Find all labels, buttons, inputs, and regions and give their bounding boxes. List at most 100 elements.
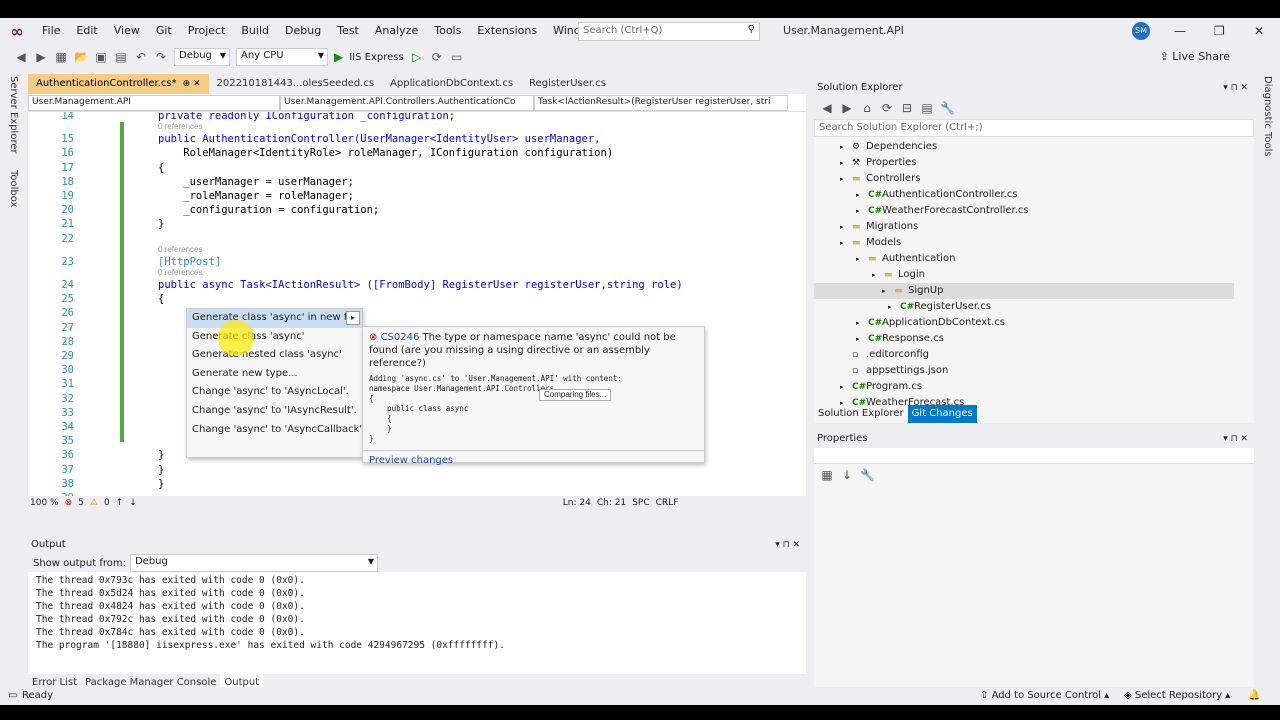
tree-item[interactable]: ▸ ▬ Migrations	[840, 219, 918, 235]
sync-icon[interactable]: ⟳	[880, 101, 894, 115]
warning-count[interactable]: 0	[104, 498, 110, 508]
undo-icon[interactable]: ↶	[134, 50, 148, 64]
menu-test[interactable]: Test	[329, 18, 367, 44]
expand-chevron-icon[interactable]: ▸	[840, 379, 852, 395]
save-icon[interactable]: ▣	[94, 50, 108, 64]
expand-chevron-icon[interactable]: ▸	[856, 315, 868, 331]
quick-action-item[interactable]: Generate new type...	[187, 365, 362, 384]
tree-item[interactable]: ▸ ▬ Authentication	[856, 251, 955, 267]
tree-item[interactable]: ▸ C#Program.cs	[840, 379, 922, 395]
tree-item[interactable]: ▸ ▬ Controllers	[840, 171, 920, 187]
code-line[interactable]: 20 _configuration = configuration;	[28, 204, 798, 218]
alphabetical-icon[interactable]: ↓	[840, 468, 854, 482]
expand-chevron-icon[interactable]: ▸	[840, 171, 852, 187]
new-project-icon[interactable]: ▦	[54, 50, 68, 64]
tree-item[interactable]: ▸ C#WeatherForecastController.cs	[856, 203, 1029, 219]
tree-item[interactable]: ▸ ▬ Models	[840, 235, 901, 251]
tree-item[interactable]: ▸ C#RegisterUser.cs	[888, 299, 991, 315]
arrow-up-icon[interactable]: ↑	[116, 498, 124, 508]
expand-chevron-icon[interactable]: ▸	[840, 139, 852, 155]
show-all-icon[interactable]: ▤	[920, 101, 934, 115]
codelens-references[interactable]: 0 references	[158, 245, 202, 254]
menu-extensions[interactable]: Extensions	[469, 18, 545, 44]
quick-action-item[interactable]: Generate nested class 'async'	[187, 346, 362, 365]
menu-edit[interactable]: Edit	[68, 18, 105, 44]
code-line[interactable]: 17 {	[28, 162, 798, 176]
quick-action-item[interactable]: Change 'async' to 'AsyncLocal'.	[187, 383, 362, 402]
expand-chevron-icon[interactable]: ▸	[840, 235, 852, 251]
expand-chevron-icon[interactable]: ▸	[872, 267, 884, 283]
codelens-references[interactable]: 0 references	[158, 122, 202, 131]
code-line[interactable]: 25 {	[28, 293, 798, 307]
preview-changes-link[interactable]: Preview changes	[363, 450, 704, 470]
solution-tab[interactable]: Git Changes	[907, 405, 977, 423]
code-line[interactable]: 21}	[28, 218, 798, 232]
output-text[interactable]: The thread 0x793c has exited with code 0…	[28, 572, 806, 654]
expand-chevron-icon[interactable]: ▸	[882, 283, 894, 299]
visual-studio-logo-icon[interactable]: ∞	[0, 22, 34, 41]
code-line[interactable]: 15 public AuthenticationController(UserMa…	[28, 133, 798, 147]
arrow-down-icon[interactable]: ↓	[129, 498, 137, 508]
select-repository-button[interactable]: ◈ Select Repository ▴	[1124, 687, 1230, 705]
configuration-select[interactable]: Debug ▼	[174, 48, 230, 66]
editor-tab[interactable]: ApplicationDbContext.cs	[382, 74, 521, 94]
layout-icon[interactable]: ▭	[450, 50, 464, 64]
member-nav-select[interactable]: Task<IActionResult>(RegisterUser registe…	[534, 95, 788, 111]
quick-action-item[interactable]: Generate class 'async'	[187, 328, 362, 347]
back-icon[interactable]: ◀	[820, 101, 834, 115]
tree-item[interactable]: ▸ C#ApplicationDbContext.cs	[856, 315, 1005, 331]
live-share-button[interactable]: ⇪ Live Share	[1160, 50, 1230, 63]
tab-close-icon[interactable]: ⊕ ✕	[183, 79, 201, 89]
open-icon[interactable]: 📂	[74, 50, 89, 64]
tree-item[interactable]: ▸ ⚒ Properties	[840, 155, 917, 171]
panel-controls-icon[interactable]: ▾ ⊓ ✕	[775, 536, 800, 554]
code-line[interactable]: 18 _userManager = userManager;	[28, 176, 798, 190]
expand-chevron-icon[interactable]: ▸	[856, 187, 868, 203]
code-line[interactable]: 19 _roleManager = roleManager;	[28, 190, 798, 204]
tree-item[interactable]: ▸ ▬ SignUp	[814, 283, 1234, 299]
error-count[interactable]: 5	[78, 498, 84, 508]
wrench-icon[interactable]: 🔧	[860, 468, 875, 482]
menu-project[interactable]: Project	[180, 18, 234, 44]
tree-item[interactable]: ▸ C#AuthenticationController.cs	[856, 187, 1018, 203]
menu-tools[interactable]: Tools	[426, 18, 469, 44]
refresh-icon[interactable]: ⟳	[430, 50, 444, 64]
menu-debug[interactable]: Debug	[277, 18, 329, 44]
forward-icon[interactable]: ▶	[840, 101, 854, 115]
tree-item[interactable]: ▸ C#Response.cs	[856, 331, 944, 347]
quick-action-item[interactable]: Change 'async' to 'AsyncCallback'.	[187, 421, 365, 440]
menu-git[interactable]: Git	[148, 18, 180, 44]
tree-item[interactable]: ▸ ▬ Login	[872, 267, 925, 283]
menu-build[interactable]: Build	[233, 18, 277, 44]
submenu-arrow-icon[interactable]: ▸	[346, 311, 360, 325]
code-line[interactable]: 26	[28, 307, 798, 321]
server-explorer-tab[interactable]: Server Explorer	[8, 76, 19, 154]
code-line[interactable]: 16 RoleManager<IdentityRole> roleManager…	[28, 147, 798, 161]
wrench-icon[interactable]: 🔧	[940, 101, 955, 115]
back-icon[interactable]: ◀	[14, 50, 28, 64]
avatar[interactable]: SM	[1132, 22, 1150, 40]
menu-analyze[interactable]: Analyze	[367, 18, 426, 44]
tree-item[interactable]: ▫ .editorconfig	[840, 347, 929, 363]
editor-tab[interactable]: RegisterUser.cs	[521, 74, 614, 94]
expand-chevron-icon[interactable]: ▸	[856, 331, 868, 347]
solution-search[interactable]: Search Solution Explorer (Ctrl+;)	[814, 119, 1254, 137]
save-all-icon[interactable]: ▤	[114, 50, 128, 64]
panel-controls-icon[interactable]: ▾ ⊓ ✕	[1223, 79, 1248, 97]
error-code-link[interactable]: CS0246	[381, 332, 420, 343]
code-line[interactable]: 14 private readonly IConfiguration _confi…	[28, 112, 798, 124]
panel-controls-icon[interactable]: ▾ ⊓ ✕	[1223, 430, 1248, 448]
quick-action-item[interactable]: Generate class 'async' in new file ▸	[187, 309, 362, 328]
redo-icon[interactable]: ↷	[154, 50, 168, 64]
run-icon[interactable]: ▶	[334, 50, 343, 64]
code-line[interactable]: 23 [HttpPost]	[28, 256, 798, 270]
run-without-debug-icon[interactable]: ▷	[410, 50, 424, 64]
code-line[interactable]: 24 public async Task<IActionResult> ([Fro…	[28, 279, 798, 293]
codelens-references[interactable]: 0 references	[158, 268, 202, 277]
output-source-select[interactable]: Debug ▼	[129, 554, 378, 572]
collapse-icon[interactable]: ⊟	[900, 101, 914, 115]
search-box[interactable]: Search (Ctrl+Q) ⚲	[578, 22, 760, 41]
tree-item[interactable]: ▸ ⚙ Dependencies	[840, 139, 937, 155]
notifications-icon[interactable]: 🔔	[1248, 687, 1260, 705]
code-line[interactable]: 38}	[28, 478, 798, 492]
